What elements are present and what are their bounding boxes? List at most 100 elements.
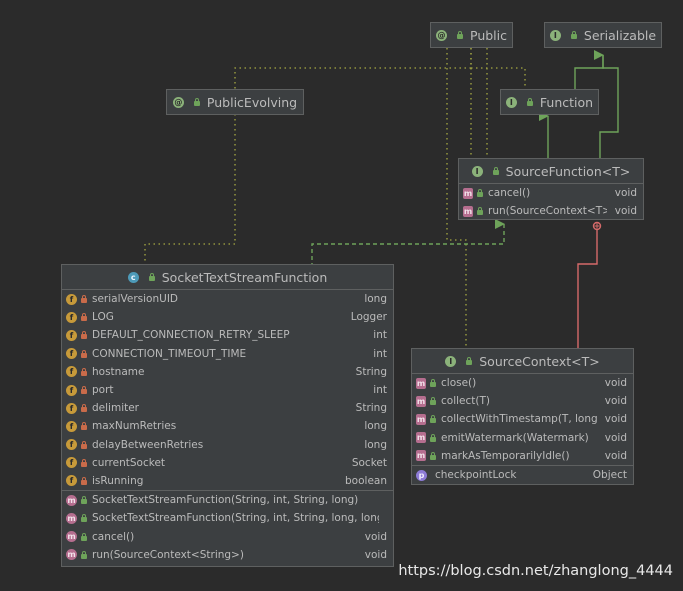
public-lock-icon	[429, 415, 437, 424]
static-final-field-icon: f	[66, 348, 77, 360]
field-row[interactable]: f maxNumRetries long	[62, 417, 393, 435]
node-function[interactable]: I Function	[500, 89, 599, 115]
private-lock-icon	[80, 313, 88, 322]
private-lock-icon	[80, 422, 88, 431]
static-final-field-icon: f	[66, 311, 77, 323]
public-lock-icon	[492, 167, 500, 175]
method-type: void	[604, 431, 627, 444]
field-type: String	[355, 402, 387, 415]
method-name: emitWatermark(Watermark)	[441, 431, 589, 444]
abstract-method-icon: m	[416, 395, 426, 407]
node-socket-text-stream-function[interactable]: c SocketTextStreamFunction f serialVersio…	[61, 264, 394, 567]
field-row[interactable]: f serialVersionUID long	[62, 290, 393, 308]
public-lock-icon	[429, 397, 437, 406]
public-lock-icon	[193, 98, 201, 106]
abstract-method-icon: m	[416, 413, 426, 425]
method-type: void	[364, 548, 387, 561]
annotation-icon: @	[172, 96, 184, 108]
property-name: checkpointLock	[435, 469, 517, 482]
method-type: void	[364, 530, 387, 543]
field-row[interactable]: f DEFAULT_CONNECTION_RETRY_SLEEP int	[62, 326, 393, 344]
node-source-function[interactable]: I SourceFunction<T> m cancel() void m ru…	[458, 158, 644, 220]
field-name: currentSocket	[92, 456, 166, 469]
property-row[interactable]: p checkpointLock Object	[412, 466, 633, 484]
private-lock-icon	[80, 404, 88, 413]
field-name: delayBetweenRetries	[92, 438, 204, 451]
method-name: markAsTemporarilyIdle()	[441, 449, 570, 462]
public-lock-icon	[80, 496, 88, 505]
public-lock-icon	[476, 207, 484, 216]
node-source-context[interactable]: I SourceContext<T> m close() void m collect…	[411, 348, 634, 485]
node-public[interactable]: @ Public	[430, 22, 513, 48]
private-lock-icon	[80, 440, 88, 449]
annotation-edge-socket-publicevolving	[144, 114, 236, 264]
abstract-method-icon: m	[463, 187, 473, 199]
public-lock-icon	[429, 433, 437, 442]
private-lock-icon	[80, 331, 88, 340]
field-row[interactable]: f delimiter String	[62, 399, 393, 417]
field-name: serialVersionUID	[92, 293, 178, 306]
property-icon: p	[416, 469, 427, 481]
method-row[interactable]: m collect(T) void	[412, 392, 633, 410]
node-serializable[interactable]: I Serializable	[544, 22, 662, 48]
field-name: delimiter	[92, 402, 139, 415]
method-row[interactable]: m cancel() void	[62, 527, 393, 545]
method-name: collectWithTimestamp(T, long)	[441, 413, 597, 426]
methods-section: m cancel() void m run(SourceContext<T>) …	[459, 184, 643, 220]
property-type: Object	[592, 469, 627, 482]
properties-section: p checkpointLock Object	[412, 464, 633, 484]
field-type: boolean	[345, 474, 387, 487]
private-lock-icon	[80, 349, 88, 358]
method-name: cancel()	[488, 187, 531, 200]
method-icon: m	[66, 549, 77, 561]
node-title: SourceContext<T>	[479, 353, 600, 369]
public-lock-icon	[80, 532, 88, 541]
method-row[interactable]: m emitWatermark(Watermark) void	[412, 429, 633, 447]
interface-icon: I	[549, 29, 561, 41]
method-row[interactable]: m collectWithTimestamp(T, long) void	[412, 410, 633, 428]
public-lock-icon	[429, 451, 437, 460]
field-type: Logger	[350, 311, 387, 324]
final-field-icon: f	[66, 384, 77, 396]
method-type: void	[614, 187, 637, 200]
field-row[interactable]: f LOG Logger	[62, 308, 393, 326]
field-type: long	[364, 293, 387, 306]
field-row[interactable]: f CONNECTION_TIMEOUT_TIME int	[62, 345, 393, 363]
method-row[interactable]: m run(SourceContext<String>) void	[62, 546, 393, 564]
field-row[interactable]: f currentSocket Socket	[62, 454, 393, 472]
final-field-icon: f	[66, 402, 77, 414]
field-type: int	[373, 347, 387, 360]
node-public-evolving[interactable]: @ PublicEvolving	[166, 89, 304, 115]
annotation-icon: @	[436, 29, 447, 41]
method-type: void	[604, 413, 627, 426]
method-row[interactable]: m close() void	[412, 374, 633, 392]
interface-icon: I	[505, 96, 517, 108]
method-row[interactable]: m SocketTextStreamFunction(String, int, S…	[62, 491, 393, 509]
method-row[interactable]: m run(SourceContext<T>) void	[459, 202, 643, 220]
constructor-icon: m	[66, 512, 77, 524]
method-type: void	[614, 205, 637, 218]
method-row[interactable]: m markAsTemporarilyIdle() void	[412, 447, 633, 465]
final-field-icon: f	[66, 439, 77, 451]
field-row[interactable]: f isRunning boolean	[62, 472, 393, 490]
private-lock-icon	[80, 476, 88, 485]
public-lock-icon	[148, 273, 156, 281]
private-lock-icon	[80, 367, 88, 376]
extends-edge-function-serializable	[574, 50, 604, 89]
method-name: close()	[441, 377, 477, 390]
method-name: SocketTextStreamFunction(String, int, St…	[92, 494, 359, 507]
field-type: int	[373, 329, 387, 342]
method-row[interactable]: m cancel() void	[459, 184, 643, 202]
implements-edge-socket-sourcefunction	[311, 219, 505, 264]
method-row[interactable]: m SocketTextStreamFunction(String, int, S…	[62, 509, 393, 527]
methods-section: m SocketTextStreamFunction(String, int, S…	[62, 490, 393, 564]
field-row[interactable]: f port int	[62, 381, 393, 399]
extends-edge-sourcefunction-serializable	[599, 55, 619, 158]
public-lock-icon	[570, 31, 578, 39]
private-lock-icon	[80, 295, 88, 304]
node-title: PublicEvolving	[206, 94, 298, 110]
public-lock-icon	[80, 514, 88, 523]
field-row[interactable]: f delayBetweenRetries long	[62, 436, 393, 454]
final-field-icon: f	[66, 366, 77, 378]
field-row[interactable]: f hostname String	[62, 363, 393, 381]
